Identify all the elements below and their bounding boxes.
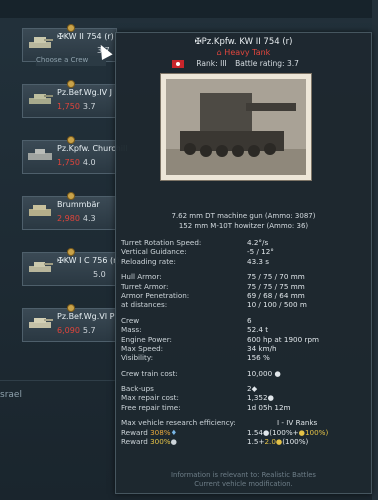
vehicle-info-tooltip: ✠Pz.Kpfw. KW II 754 (r) ⌂ Heavy Tank Ran… [115, 32, 372, 494]
vehicle-slot[interactable]: ✠KW I C 756 (r) 5.0 [22, 248, 120, 286]
rp-icon: ♦ [170, 427, 178, 437]
vehicle-slot[interactable]: Pz.Bef.Wg.IV J 1,750 3.7 [22, 80, 117, 118]
vehicle-photo [160, 73, 312, 181]
stat-row: Vertical Guidance: -5 / 12° [121, 247, 274, 257]
silver-lions-icon: ● [267, 393, 274, 403]
research-icon: ● [274, 368, 281, 378]
slot-name: Brummbär [57, 200, 100, 209]
slot-badge-icon [67, 24, 75, 32]
vehicle-slot[interactable]: Pz.Bef.Wg.VI P 6,090 5.7 [22, 304, 117, 342]
slot-name: ✠KW I C 756 (r) [57, 256, 120, 265]
tooltip-footer: Information is relevant to: Realistic Ba… [171, 471, 316, 488]
slot-price: 2,980 4.3 [57, 214, 96, 223]
stat-row: Armor Penetration: 69 / 68 / 64 mm [121, 290, 305, 300]
slot-badge-icon [67, 192, 75, 200]
tank-photo-icon [166, 79, 306, 175]
stat-row: Max repair cost: 1,352● [121, 393, 274, 403]
choose-crew-label[interactable]: Choose a Crew [36, 56, 106, 66]
reward-sl-row: Reward 300%● 1.5+2.0●(100%) [121, 437, 309, 447]
vehicle-slot[interactable]: Brummbär 2,980 4.3 [22, 192, 117, 230]
slot-name: Pz.Bef.Wg.VI P [57, 312, 115, 321]
scrollbar[interactable] [372, 0, 378, 500]
stat-row: Back-ups 2◆ [121, 384, 258, 394]
region-label: srael [0, 390, 22, 400]
slot-badge-icon [67, 248, 75, 256]
tooltip-title: ✠Pz.Kpfw. KW II 754 (r) [194, 37, 293, 47]
stat-row: Max vehicle research efficiency: I - IV R… [121, 418, 318, 428]
stat-row: Visibility: 156 % [121, 353, 270, 363]
tank-thumbnail-icon [28, 149, 52, 160]
stat-row: Turret Armor: 75 / 75 / 75 mm [121, 281, 305, 291]
backup-icon: ◆ [251, 384, 258, 394]
stat-row: Crew 6 [121, 315, 252, 325]
slot-br: 5.0 [93, 270, 106, 279]
stat-row: Free repair time: 1d 05h 12m [121, 402, 291, 412]
tank-thumbnail-icon [29, 262, 53, 272]
stats-table: Turret Rotation Speed: 4.2°/s Vertical Gu… [121, 238, 371, 446]
tank-thumbnail-icon [29, 37, 53, 48]
stat-row: Crew train cost: 10,000 ● [121, 368, 281, 378]
silver-icon: ● [170, 437, 177, 447]
reward-rp-row: Reward 308%♦ 1.54●(100%+●100%) [121, 427, 329, 437]
tank-thumbnail-icon [29, 318, 53, 328]
stat-row: Hull Armor: 75 / 75 / 70 mm [121, 272, 305, 282]
tank-thumbnail-icon [29, 205, 51, 216]
stat-row: Engine Power: 600 hp at 1900 rpm [121, 334, 320, 344]
stat-row: Reloading rate: 43.3 s [121, 256, 270, 266]
slot-price: 1,750 4.0 [57, 158, 96, 167]
top-strip [0, 0, 378, 18]
slot-name: ✠KW II 754 (r) [57, 32, 114, 41]
slot-price: 6,090 5.7 [57, 326, 96, 335]
vehicle-class: ⌂ Heavy Tank [216, 48, 271, 57]
stat-row: at distances: 10 / 100 / 500 m [121, 300, 307, 310]
slot-name: Pz.Bef.Wg.IV J [57, 88, 113, 97]
rank-and-br: Rank: III Battle rating: 3.7 [172, 59, 299, 68]
slot-badge-icon [67, 304, 75, 312]
slot-badge-icon [67, 136, 75, 144]
vehicle-slot[interactable]: Pz.Kpfw. Churchill 1,750 4.0 [22, 136, 127, 174]
japan-flag-icon [172, 60, 184, 68]
slot-price: 1,750 3.7 [57, 102, 96, 111]
weapons-list: 7.62 mm DT machine gun (Ammo: 3087) 152 … [171, 212, 316, 230]
slot-badge-icon [67, 80, 75, 88]
stat-row: Mass: 52.4 t [121, 325, 269, 335]
stat-row: Turret Rotation Speed: 4.2°/s [121, 238, 269, 247]
stat-row: Max Speed: 34 km/h [121, 343, 277, 353]
tank-thumbnail-icon [29, 94, 53, 104]
